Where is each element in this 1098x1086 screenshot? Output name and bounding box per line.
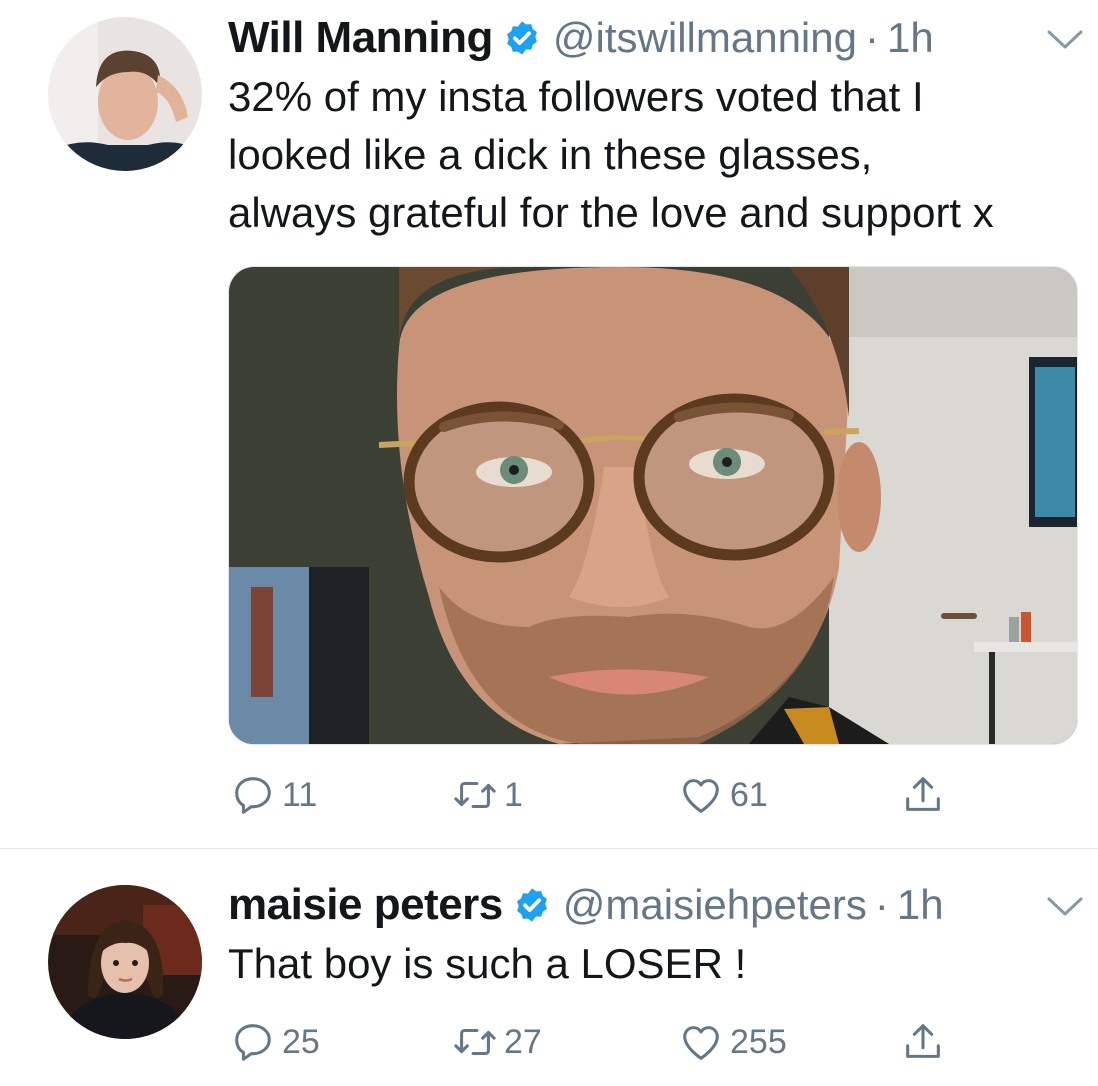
avatar-will-manning[interactable] (48, 17, 202, 171)
retweet-button[interactable]: 27 (452, 1019, 542, 1065)
reply-button[interactable]: 25 (230, 1019, 320, 1065)
retweet-icon (454, 1028, 496, 1056)
share-icon (906, 777, 940, 811)
tweet-text-line: looked like a dick in these glasses, (228, 131, 873, 178)
tweet-text: 32% of my insta followers voted that I l… (228, 68, 994, 242)
like-count: 61 (730, 775, 768, 814)
tweet-header: Will Manning @itswillmanning · 1h (228, 12, 934, 64)
chevron-down-icon[interactable] (1046, 28, 1084, 52)
retweet-count: 27 (504, 1022, 542, 1061)
verified-badge-icon (507, 21, 537, 55)
share-button[interactable] (900, 1019, 946, 1065)
share-button[interactable] (900, 772, 946, 818)
tweet-will-manning[interactable]: Will Manning @itswillmanning · 1h 32% of… (0, 0, 1098, 848)
avatar-maisie-peters[interactable] (48, 885, 202, 1039)
retweet-icon (454, 781, 496, 809)
chevron-down-icon[interactable] (1046, 895, 1084, 919)
like-icon (683, 779, 719, 813)
author-name[interactable]: maisie peters (228, 880, 503, 930)
like-count: 255 (730, 1022, 787, 1061)
retweet-button[interactable]: 1 (452, 772, 523, 818)
tweet-header: maisie peters @maisiehpeters · 1h (228, 879, 944, 931)
tweet-text-line: That boy is such a LOSER ! (228, 940, 747, 987)
tweet-maisie-peters[interactable]: maisie peters @maisiehpeters · 1h That b… (0, 849, 1098, 1086)
reply-icon (235, 777, 271, 814)
separator-dot: · (874, 881, 889, 928)
reply-count: 11 (282, 775, 318, 814)
timestamp[interactable]: 1h (897, 881, 944, 929)
reply-icon (235, 1024, 271, 1061)
like-button[interactable]: 255 (678, 1019, 787, 1065)
tweet-text-line: always grateful for the love and support… (228, 189, 994, 236)
separator-dot: · (864, 14, 879, 61)
retweet-count: 1 (504, 775, 523, 814)
verified-badge-icon (516, 888, 547, 922)
reply-count: 25 (282, 1022, 320, 1061)
like-icon (683, 1026, 719, 1060)
tweet-text-line: 32% of my insta followers voted that I (228, 73, 924, 120)
author-name[interactable]: Will Manning (228, 13, 493, 63)
tweet-text: That boy is such a LOSER ! (228, 935, 746, 993)
author-handle[interactable]: @itswillmanning (553, 14, 857, 62)
timestamp[interactable]: 1h (887, 14, 934, 62)
reply-button[interactable]: 11 (230, 772, 317, 818)
author-handle[interactable]: @maisiehpeters (563, 881, 867, 929)
like-button[interactable]: 61 (678, 772, 768, 818)
share-icon (906, 1024, 940, 1058)
tweet-photo[interactable] (228, 266, 1078, 745)
